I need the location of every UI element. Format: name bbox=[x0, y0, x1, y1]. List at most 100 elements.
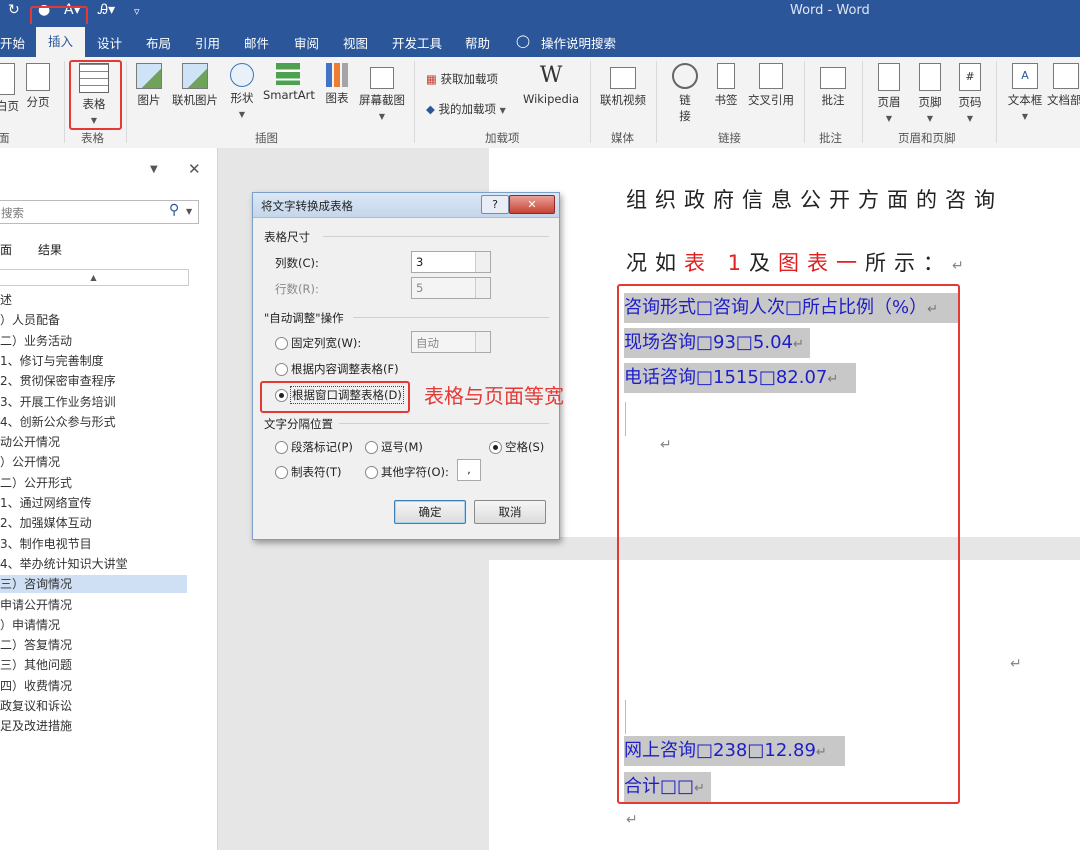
group-separator bbox=[656, 61, 657, 143]
separator-comma-radio[interactable] bbox=[365, 441, 378, 454]
nav-heading-item[interactable]: 申请公开情况 bbox=[0, 596, 187, 614]
get-addins-label: 获取加载项 bbox=[440, 72, 499, 86]
chevron-down-icon[interactable]: ▼ bbox=[186, 207, 192, 216]
nav-heading-item[interactable]: 2、贯彻保密审查程序 bbox=[0, 372, 187, 390]
divider bbox=[339, 423, 549, 424]
separator-space-radio[interactable] bbox=[489, 441, 502, 454]
nav-heading-item[interactable]: 4、举办统计知识大讲堂 bbox=[0, 555, 187, 573]
nav-heading-item[interactable]: 二）业务活动 bbox=[0, 332, 187, 350]
my-addins-button[interactable]: ◆ 我的加载项 ▼ bbox=[426, 101, 506, 117]
tab-design[interactable]: 设计 bbox=[97, 33, 122, 52]
help-icon[interactable]: ? bbox=[481, 195, 509, 214]
shapes-button[interactable]: 形状 ▼ bbox=[228, 63, 256, 120]
nav-heading-item[interactable]: 1、通过网络宣传 bbox=[0, 494, 187, 512]
nav-heading-item[interactable]: 述 bbox=[0, 291, 187, 309]
screenshot-button[interactable]: 屏幕截图 ▼ bbox=[358, 63, 406, 122]
wikipedia-icon: W bbox=[539, 63, 563, 88]
tab-references[interactable]: 引用 bbox=[195, 33, 220, 52]
blank-page-button[interactable]: 白页 bbox=[0, 63, 19, 114]
tab-developer[interactable]: 开发工具 bbox=[392, 33, 442, 52]
highlight-box bbox=[617, 284, 960, 804]
separator-paragraph-radio[interactable] bbox=[275, 441, 288, 454]
nav-heading-item[interactable]: 动公开情况 bbox=[0, 433, 187, 451]
nav-heading-item[interactable]: 政复议和诉讼 bbox=[0, 697, 187, 715]
tab-mailings[interactable]: 邮件 bbox=[244, 33, 269, 52]
tab-review[interactable]: 审阅 bbox=[294, 33, 319, 52]
wikipedia-button[interactable]: W Wikipedia bbox=[522, 63, 580, 106]
nav-tab-pages[interactable]: 面 bbox=[0, 241, 12, 258]
picture-button[interactable]: 图片 bbox=[136, 63, 162, 108]
link-button[interactable]: 链接 bbox=[668, 63, 702, 124]
nav-heading-item[interactable]: 1、修订与完善制度 bbox=[0, 352, 187, 370]
cancel-button[interactable]: 取消 bbox=[474, 500, 546, 524]
bookmark-label: 书签 bbox=[714, 93, 738, 107]
chevron-down-icon: ▼ bbox=[238, 110, 246, 119]
doc-parts-label: 文档部 bbox=[1047, 93, 1080, 107]
video-icon bbox=[610, 67, 636, 89]
separator-other-radio[interactable] bbox=[365, 466, 378, 479]
pane-options-icon[interactable]: ▼ bbox=[150, 164, 158, 175]
nav-heading-item[interactable]: 2、加强媒体互动 bbox=[0, 514, 187, 532]
chevron-down-icon: ▼ bbox=[926, 114, 934, 123]
body-line-1: 组织政府信息公开方面的咨询 bbox=[626, 188, 1003, 212]
header-button[interactable]: 页眉 ▼ bbox=[873, 63, 905, 124]
separator-other-input[interactable]: , bbox=[457, 459, 481, 481]
customize-icon[interactable]: ▿ bbox=[134, 5, 140, 18]
group-label-tables: 表格 bbox=[81, 131, 104, 145]
blank-page-icon bbox=[0, 63, 15, 95]
nav-heading-item[interactable]: 4、创新公众参与形式 bbox=[0, 413, 187, 431]
navigation-pane: ▼ ✕ 搜索 ⚲ ▼ 面 结果 ▲ 述 ）人员配备二）业务活动 1、修订与完善制度 2… bbox=[0, 148, 218, 850]
nav-tab-results[interactable]: 结果 bbox=[38, 241, 62, 258]
doc-parts-button[interactable]: 文档部 bbox=[1047, 63, 1080, 108]
ribbon-tabs: 开始 插入 设计 布局 引用 邮件 审阅 视图 开发工具 帮助 ◯ 操作说明搜索 bbox=[0, 24, 1080, 57]
dialog-title: 将文字转换成表格 bbox=[261, 199, 353, 213]
smartart-icon bbox=[276, 63, 300, 85]
bookmark-button[interactable]: 书签 bbox=[711, 63, 741, 108]
cross-reference-button[interactable]: 交叉引用 bbox=[747, 63, 795, 108]
separator-tab-radio[interactable] bbox=[275, 466, 288, 479]
text-box-button[interactable]: A 文本框 ▼ bbox=[1006, 63, 1044, 122]
nav-heading-item[interactable]: 3、制作电视节目 bbox=[0, 535, 187, 553]
online-picture-button[interactable]: 联机图片 bbox=[171, 63, 219, 108]
page-number-button[interactable]: # 页码 ▼ bbox=[954, 63, 986, 124]
nav-heading-item[interactable]: 二）答复情况 bbox=[0, 636, 187, 654]
chart-button[interactable]: 图表 bbox=[323, 63, 351, 106]
close-icon[interactable]: ✕ bbox=[188, 160, 201, 178]
nav-heading-item[interactable]: 足及改进措施 bbox=[0, 717, 187, 735]
nav-heading-item[interactable]: 3、开展工作业务培训 bbox=[0, 393, 187, 411]
comment-button[interactable]: 批注 bbox=[817, 63, 849, 108]
columns-spinner[interactable]: 3 bbox=[411, 251, 491, 273]
tab-home[interactable]: 开始 bbox=[0, 33, 25, 52]
collapse-all-button[interactable]: ▲ bbox=[0, 269, 189, 286]
nav-heading-item[interactable]: 三）咨询情况 bbox=[0, 575, 187, 594]
footer-button[interactable]: 页脚 ▼ bbox=[914, 63, 946, 124]
redo-icon[interactable]: ↻ bbox=[8, 2, 20, 18]
nav-heading-item[interactable]: ）申请情况 bbox=[0, 616, 187, 634]
font-size-icon[interactable]: Ꭿ▾ bbox=[98, 2, 115, 18]
smartart-button[interactable]: SmartArt bbox=[263, 63, 315, 102]
online-video-button[interactable]: 联机视频 bbox=[598, 63, 648, 108]
fit-content-radio[interactable] bbox=[275, 363, 288, 376]
nav-heading-item[interactable]: 三）其他问题 bbox=[0, 656, 187, 674]
tab-insert[interactable]: 插入 bbox=[36, 27, 86, 57]
spinner-arrows-icon[interactable] bbox=[475, 252, 490, 272]
tab-help[interactable]: 帮助 bbox=[465, 33, 490, 52]
nav-heading-item[interactable]: 四）收费情况 bbox=[0, 677, 187, 695]
ok-button[interactable]: 确定 bbox=[394, 500, 466, 524]
search-icon[interactable]: ⚲ bbox=[169, 202, 179, 218]
tell-me-search[interactable]: 操作说明搜索 bbox=[541, 33, 616, 52]
tab-layout[interactable]: 布局 bbox=[146, 33, 171, 52]
link-label: 链接 bbox=[679, 93, 691, 123]
tab-view[interactable]: 视图 bbox=[343, 33, 368, 52]
nav-heading-item[interactable]: ）人员配备 bbox=[0, 311, 187, 329]
get-addins-button[interactable]: ▦ 获取加载项 bbox=[426, 71, 498, 87]
nav-heading-item[interactable]: ）公开情况 bbox=[0, 453, 187, 471]
page-break-button[interactable]: 分页 bbox=[24, 63, 52, 110]
nav-search-input[interactable]: 搜索 ⚲ ▼ bbox=[0, 200, 199, 224]
close-icon[interactable]: ✕ bbox=[509, 195, 555, 214]
nav-heading-item[interactable]: 二）公开形式 bbox=[0, 474, 187, 492]
lightbulb-icon[interactable]: ◯ bbox=[516, 33, 530, 48]
fixed-width-radio[interactable] bbox=[275, 337, 288, 350]
text-run: 所示： bbox=[865, 251, 953, 275]
chevron-down-icon: ▼ bbox=[885, 114, 893, 123]
